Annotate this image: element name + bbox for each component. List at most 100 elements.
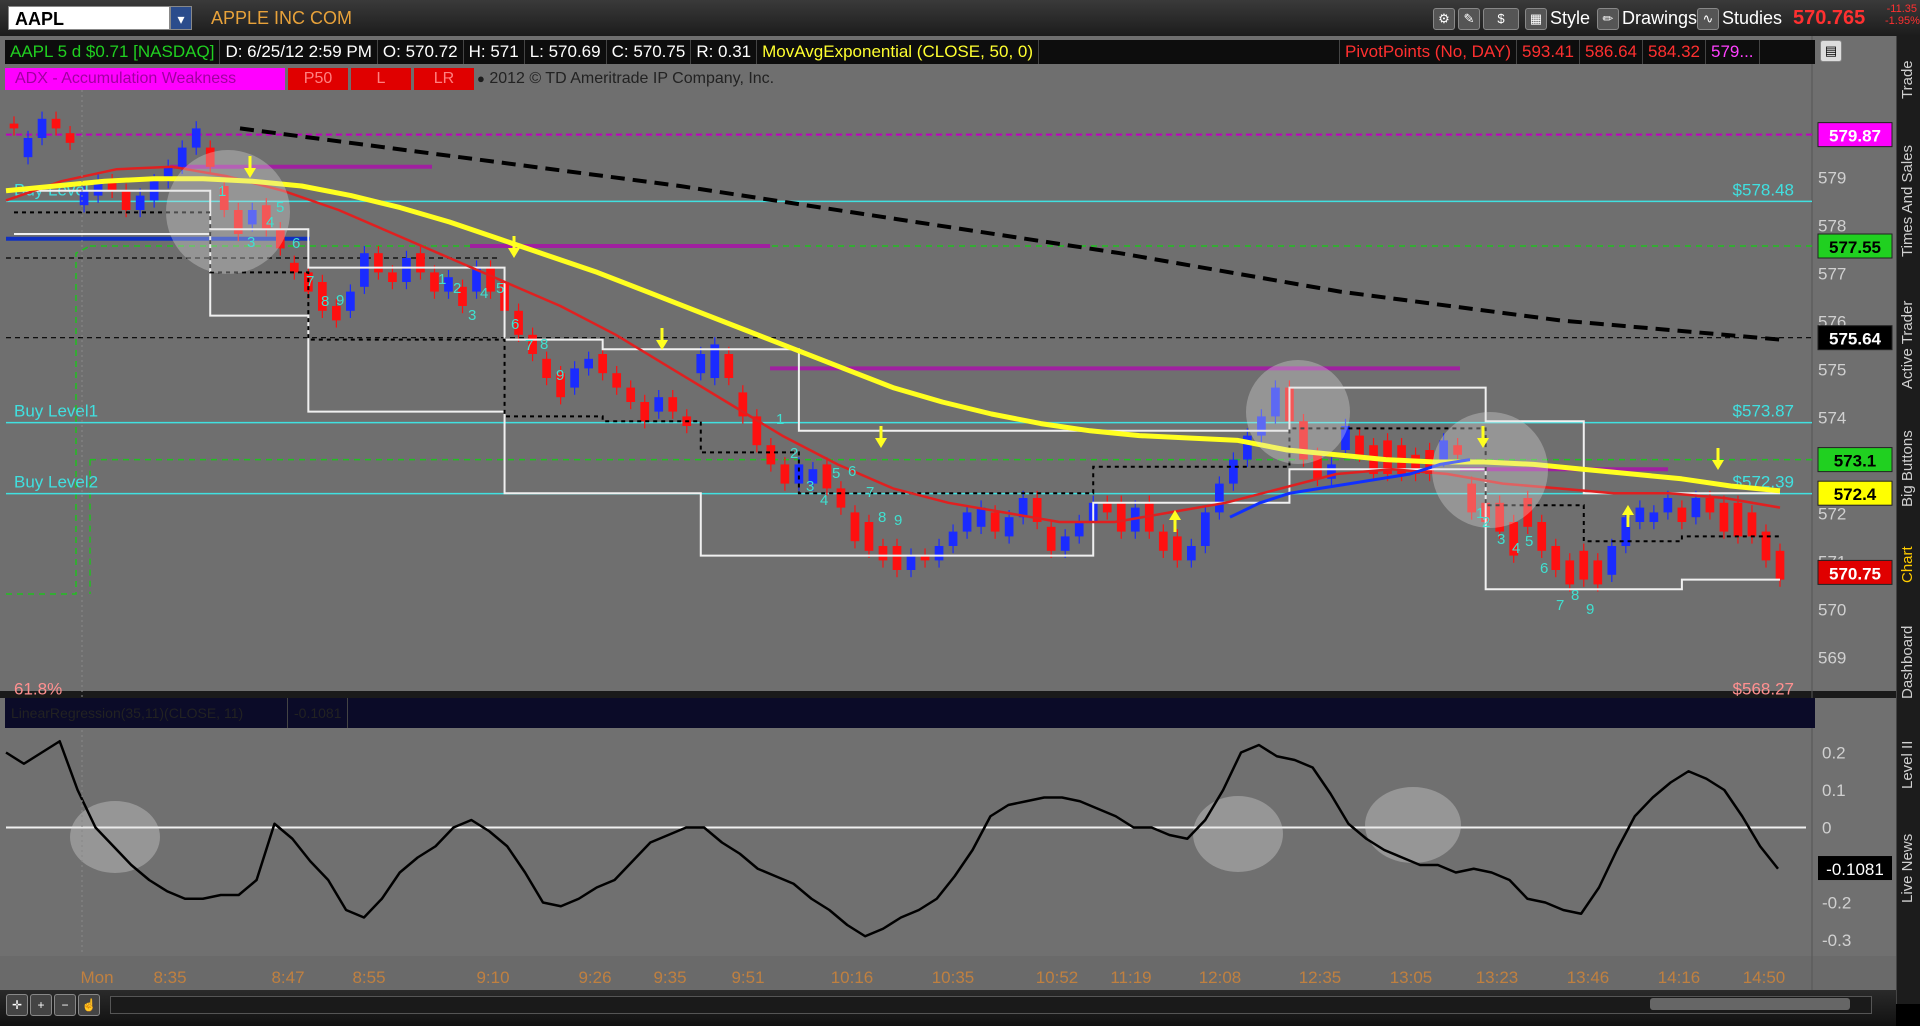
tab-trade[interactable]: Trade — [1899, 44, 1919, 116]
p50-tag[interactable]: P50 — [288, 68, 348, 90]
candle-body — [948, 531, 958, 546]
price-bubble-label: 570.75 — [1829, 564, 1881, 583]
candle-body — [1102, 502, 1112, 513]
td-count-label: 4 — [266, 214, 274, 231]
candle-body — [990, 512, 1000, 532]
symbol-input[interactable]: AAPL — [8, 6, 170, 30]
time-tick-label: 13:46 — [1567, 968, 1610, 987]
td-count-label: 7 — [525, 337, 533, 354]
chart-area[interactable]: 569570571572573574575576577578579Buy Lev… — [0, 36, 1896, 1004]
candle-body — [1116, 502, 1126, 532]
candle-body — [1565, 560, 1575, 585]
candle-body — [668, 397, 678, 412]
time-tick-label: 9:35 — [653, 968, 686, 987]
td-count-label: 8 — [321, 293, 329, 310]
time-tick-label: 11:19 — [1110, 968, 1151, 987]
lower-study-header: LinearRegression(35,11)(CLOSE, 11) -0.108… — [5, 698, 1815, 728]
tab-live-news[interactable]: Live News — [1899, 812, 1919, 924]
time-tick-label: 12:08 — [1199, 968, 1242, 987]
highlight-circle — [166, 150, 290, 274]
time-tick-label: 9:51 — [731, 968, 764, 987]
td-count-label: 2 — [453, 280, 461, 297]
time-tick-label: 9:10 — [476, 968, 509, 987]
candle-body — [135, 195, 145, 210]
pivot-label[interactable]: PivotPoints (No, DAY) — [1340, 40, 1517, 64]
buy-level-label: 61.8% — [14, 679, 62, 698]
price-tick-label: 572 — [1818, 504, 1846, 523]
td-count-label: 8 — [540, 336, 548, 353]
net-change-percent: -1.95% — [1885, 15, 1920, 27]
buy-level-value: $573.87 — [1733, 402, 1794, 421]
lr-tag[interactable]: LR — [414, 68, 474, 90]
link-icon[interactable]: ⚙ — [1433, 8, 1455, 30]
tab-active-trader[interactable]: Active Trader — [1899, 286, 1919, 404]
td-count-label: 7 — [306, 273, 314, 290]
tab-chart[interactable]: Chart — [1899, 534, 1919, 596]
time-tick-label: 13:05 — [1390, 968, 1433, 987]
pan-hand-icon[interactable]: ☝ — [78, 994, 100, 1016]
buy-level-label: Buy Level2 — [14, 473, 98, 492]
symbol-dropdown-icon[interactable]: ▾ — [170, 6, 192, 30]
net-change: -11.35 -1.95% — [1885, 3, 1920, 27]
oscillator-tick-label: 0.1 — [1822, 781, 1846, 800]
time-scrollbar[interactable] — [110, 996, 1872, 1014]
candle-body — [906, 555, 916, 570]
tab-dashboard[interactable]: Dashboard — [1899, 606, 1919, 718]
candle-body — [1607, 546, 1617, 575]
td-count-label: 6 — [292, 235, 300, 252]
dollar-icon[interactable]: $ — [1483, 8, 1519, 30]
td-count-label: 4 — [820, 492, 828, 509]
bar-date: D: 6/25/12 2:59 PM — [220, 40, 378, 64]
td-count-label: 1 — [776, 411, 784, 428]
price-chart-svg[interactable]: 569570571572573574575576577578579Buy Lev… — [0, 36, 1896, 1004]
lower-study-label[interactable]: LinearRegression(35,11)(CLOSE, 11) — [5, 698, 288, 728]
l-tag[interactable]: L — [351, 68, 411, 90]
candle-body — [360, 253, 369, 287]
price-bubble-label: 575.64 — [1829, 330, 1882, 349]
collapse-icon[interactable]: ▤ — [1820, 40, 1842, 62]
tab-big-buttons[interactable]: Big Buttons — [1899, 414, 1919, 524]
td-count-label: 4 — [480, 285, 488, 302]
highlight-circle — [1432, 412, 1548, 528]
td-count-label: 1 — [218, 183, 226, 200]
tab-times-and-sales[interactable]: Times And Sales — [1899, 126, 1919, 276]
zoom-in-icon[interactable]: + — [30, 994, 52, 1016]
bar-close: C: 570.75 — [607, 40, 692, 64]
td-count-label: 6 — [511, 316, 519, 333]
hidden-study-label[interactable] — [1039, 40, 1341, 64]
candle-body — [416, 253, 425, 273]
td-count-label: 6 — [848, 463, 856, 480]
bar-range: R: 0.31 — [691, 40, 758, 64]
candle-body — [177, 147, 187, 167]
mov-avg-label[interactable]: MovAvgExponential (CLOSE, 50, 0) — [757, 40, 1040, 64]
td-count-label: 9 — [336, 292, 344, 309]
candle-body — [570, 368, 579, 388]
candle-body — [598, 354, 608, 374]
candle-body — [388, 272, 397, 282]
zoom-out-icon[interactable]: − — [54, 994, 76, 1016]
tools-icon[interactable]: ✎ — [1458, 8, 1480, 30]
style-button[interactable]: Style — [1550, 6, 1590, 30]
style-icon: ▦ — [1525, 8, 1547, 30]
candle-body — [1074, 522, 1084, 537]
candle-body — [794, 464, 804, 484]
tab-level-ii[interactable]: Level II — [1899, 728, 1919, 802]
highlight-circle — [1246, 360, 1350, 464]
oscillator-highlight — [1365, 787, 1461, 863]
candle-body — [878, 546, 888, 561]
candle-body — [766, 445, 776, 465]
td-count-label: 5 — [276, 199, 284, 216]
scrollbar-thumb[interactable] — [1650, 998, 1850, 1010]
crosshair-icon[interactable]: ✛ — [6, 994, 28, 1016]
candle-body — [1060, 536, 1070, 551]
accdist-tag[interactable]: ADX - Accumulation Weakness — [5, 68, 285, 90]
candle-body — [23, 138, 33, 158]
oscillator-tick-label: 0.2 — [1822, 744, 1846, 763]
oscillator-highlight — [1193, 796, 1283, 872]
drawings-button[interactable]: Drawings — [1622, 6, 1697, 30]
candle-body — [79, 190, 89, 206]
candle-body — [1229, 459, 1238, 484]
studies-button[interactable]: Studies — [1722, 6, 1782, 30]
candle-body — [612, 373, 622, 388]
candle-body — [962, 512, 972, 532]
